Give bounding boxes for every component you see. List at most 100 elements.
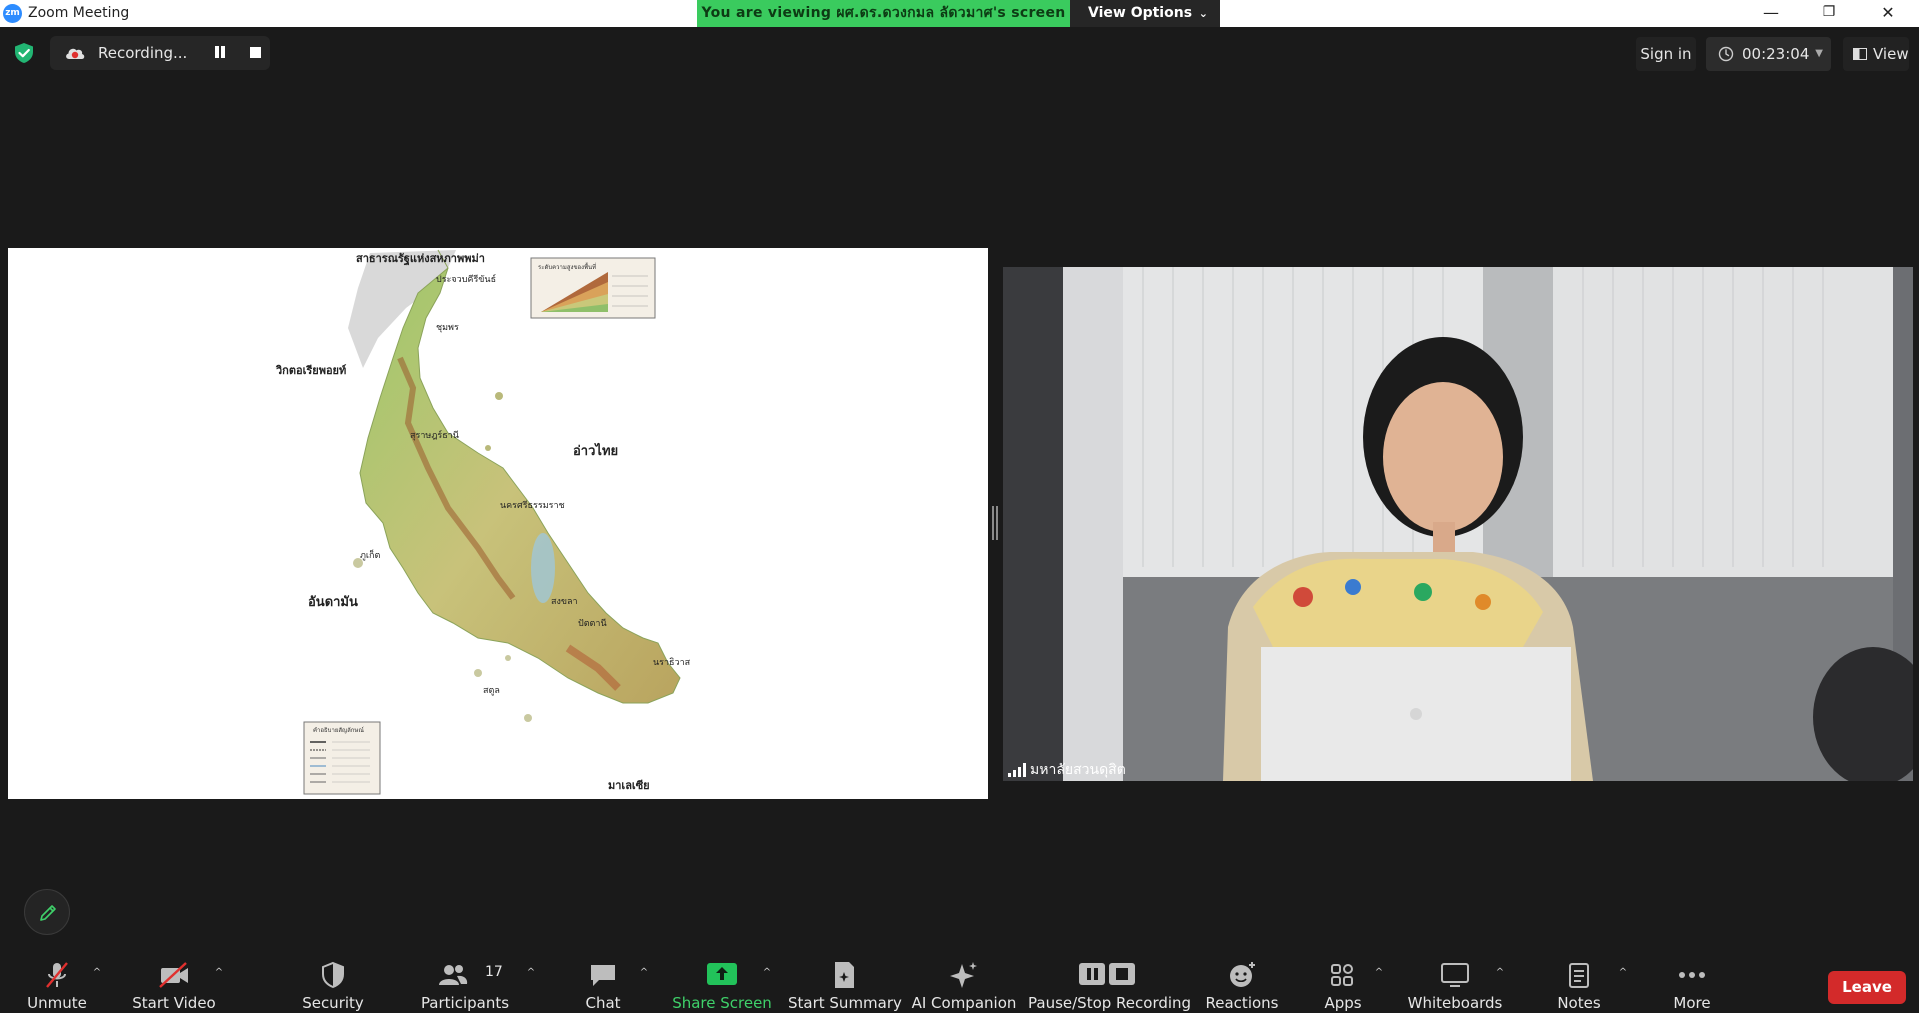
participants-count: 17 bbox=[485, 964, 503, 980]
start-video-button[interactable]: Start Video bbox=[130, 950, 218, 1013]
map-label-chumphon: ชุมพร bbox=[436, 323, 459, 333]
map-label-phuket: ภูเก็ต bbox=[360, 548, 380, 561]
songkhla-lake bbox=[531, 533, 555, 603]
viewing-banner: You are viewing ผศ.ดร.ดวงกมล ลัดวมาศ's s… bbox=[697, 0, 1070, 27]
clock-icon bbox=[1718, 46, 1734, 62]
more-button[interactable]: More bbox=[1656, 950, 1728, 1013]
notes-caret-icon[interactable]: ^ bbox=[1616, 966, 1630, 980]
participant-name: มหาลัยสวนดุสิต bbox=[1030, 762, 1126, 778]
split-view-divider[interactable] bbox=[992, 506, 998, 540]
security-shield-icon bbox=[322, 961, 344, 989]
view-options-button[interactable]: View Options ⌄ bbox=[1070, 0, 1220, 27]
window-title: Zoom Meeting bbox=[28, 5, 130, 21]
chat-button[interactable]: Chat bbox=[568, 950, 638, 1013]
reactions-smiley-icon bbox=[1230, 962, 1255, 987]
participants-caret-icon[interactable]: ^ bbox=[524, 966, 538, 980]
map-label-narathiwat: นราธิวาส bbox=[653, 657, 691, 668]
restore-button[interactable]: ❐ bbox=[1801, 0, 1857, 27]
chevron-down-icon: ▼ bbox=[1815, 48, 1823, 59]
pause-recording-icon[interactable] bbox=[213, 45, 227, 59]
whiteboards-button[interactable]: Whiteboards bbox=[1405, 950, 1505, 1013]
whiteboards-caret-icon[interactable]: ^ bbox=[1493, 966, 1507, 980]
relief-legend: ระดับความสูงของพื้นที่ bbox=[530, 257, 656, 319]
map-label-pattani: ปัตตานี bbox=[578, 618, 607, 629]
more-dots-icon bbox=[1679, 972, 1705, 978]
participant-video-frame bbox=[1003, 267, 1913, 781]
start-summary-label: Start Summary bbox=[788, 994, 902, 1012]
zoom-logo-icon: zm bbox=[3, 4, 22, 23]
cloud-recording-icon bbox=[66, 48, 85, 59]
map-label-victoria-point: วิกตอเรียพอยท์ bbox=[275, 364, 346, 377]
map-label-prachuap: ประจวบคีรีขันธ์ bbox=[436, 273, 496, 285]
shared-screen: สาธารณรัฐแห่งสหภาพพม่า ประจวบคีรีขันธ์ ช… bbox=[8, 248, 988, 799]
apps-button[interactable]: Apps bbox=[1305, 950, 1381, 1013]
map-label-songkhla: สงขลา bbox=[551, 597, 578, 607]
meeting-toolbar: Unmute ^ Start Video ^ Security Particip… bbox=[0, 950, 1919, 1013]
chat-label: Chat bbox=[585, 994, 621, 1012]
stop-recording-icon[interactable] bbox=[250, 47, 261, 58]
encryption-shield-icon[interactable] bbox=[13, 42, 35, 64]
close-button[interactable]: ✕ bbox=[1860, 0, 1916, 27]
apps-caret-icon[interactable]: ^ bbox=[1372, 966, 1386, 980]
participant-video[interactable] bbox=[1003, 267, 1913, 781]
island bbox=[485, 445, 491, 451]
audio-options-caret-icon[interactable]: ^ bbox=[90, 966, 104, 980]
recording-label: Recording... bbox=[98, 44, 188, 62]
video-options-caret-icon[interactable]: ^ bbox=[212, 966, 226, 980]
pause-stop-recording-label: Pause/Stop Recording bbox=[1028, 994, 1192, 1012]
title-bar: zm Zoom Meeting You are viewing ผศ.ดร.ดว… bbox=[0, 0, 1919, 27]
participant-name-tag: มหาลัยสวนดุสิต bbox=[1006, 760, 1126, 780]
more-label: More bbox=[1673, 994, 1711, 1012]
map-label-gulf-of-thailand: อ่าวไทย bbox=[573, 442, 618, 459]
unmute-button[interactable]: Unmute bbox=[18, 950, 96, 1013]
pause-stop-recording-button[interactable]: Pause/Stop Recording bbox=[1028, 950, 1192, 1013]
leave-button[interactable]: Leave bbox=[1828, 971, 1906, 1004]
participants-icon bbox=[439, 965, 468, 985]
map-label-surat-thani: สุราษฎร์ธานี bbox=[410, 429, 459, 441]
sign-in-button[interactable]: Sign in bbox=[1636, 37, 1696, 71]
unmute-label: Unmute bbox=[27, 994, 87, 1012]
share-options-caret-icon[interactable]: ^ bbox=[760, 966, 774, 980]
island bbox=[495, 392, 503, 400]
notes-icon bbox=[1569, 963, 1589, 988]
map-label-satun: สตูล bbox=[483, 686, 500, 696]
layout-icon bbox=[1853, 48, 1867, 60]
security-label: Security bbox=[302, 994, 364, 1012]
microphone-muted-icon bbox=[46, 962, 68, 988]
ai-companion-button[interactable]: AI Companion bbox=[910, 950, 1018, 1013]
pencil-icon bbox=[40, 905, 56, 921]
security-button[interactable]: Security bbox=[293, 950, 373, 1013]
island bbox=[474, 669, 482, 677]
notes-label: Notes bbox=[1557, 994, 1601, 1012]
island bbox=[505, 655, 511, 661]
island bbox=[524, 714, 532, 722]
video-camera-off-icon bbox=[159, 962, 188, 988]
pause-stop-recording-icon bbox=[1079, 963, 1135, 985]
chat-bubble-icon bbox=[591, 965, 615, 986]
signal-strength-icon bbox=[1008, 763, 1026, 777]
notes-button[interactable]: Notes bbox=[1540, 950, 1618, 1013]
annotate-button[interactable] bbox=[24, 889, 70, 935]
map-label-nakhon-si-thammarat: นครศรีธรรมราช bbox=[500, 500, 565, 511]
meeting-timer[interactable]: 00:23:04 ▼ bbox=[1706, 37, 1831, 71]
summary-document-icon bbox=[835, 962, 854, 988]
map-label-myanmar: สาธารณรัฐแห่งสหภาพพม่า bbox=[356, 252, 485, 266]
start-summary-button[interactable]: Start Summary bbox=[788, 950, 902, 1013]
recording-indicator: Recording... bbox=[50, 36, 270, 70]
participants-button[interactable]: Participants bbox=[415, 950, 515, 1013]
reactions-button[interactable]: Reactions bbox=[1202, 950, 1282, 1013]
view-label: View bbox=[1873, 45, 1909, 63]
whiteboard-icon bbox=[1441, 963, 1469, 987]
share-screen-button[interactable]: Share Screen bbox=[672, 950, 772, 1013]
chat-caret-icon[interactable]: ^ bbox=[637, 966, 651, 980]
view-layout-button[interactable]: View bbox=[1843, 37, 1909, 71]
map-label-malaysia: มาเลเซีย bbox=[608, 779, 650, 792]
minimize-button[interactable]: — bbox=[1743, 0, 1799, 27]
share-screen-icon bbox=[707, 963, 737, 985]
map-label-andaman: อันดามัน bbox=[308, 595, 358, 610]
ai-sparkle-icon bbox=[950, 962, 977, 988]
start-video-label: Start Video bbox=[132, 994, 216, 1012]
apps-grid-icon bbox=[1331, 964, 1353, 986]
ai-companion-label: AI Companion bbox=[911, 994, 1017, 1012]
symbol-legend: คำอธิบายสัญลักษณ์ bbox=[303, 721, 381, 795]
